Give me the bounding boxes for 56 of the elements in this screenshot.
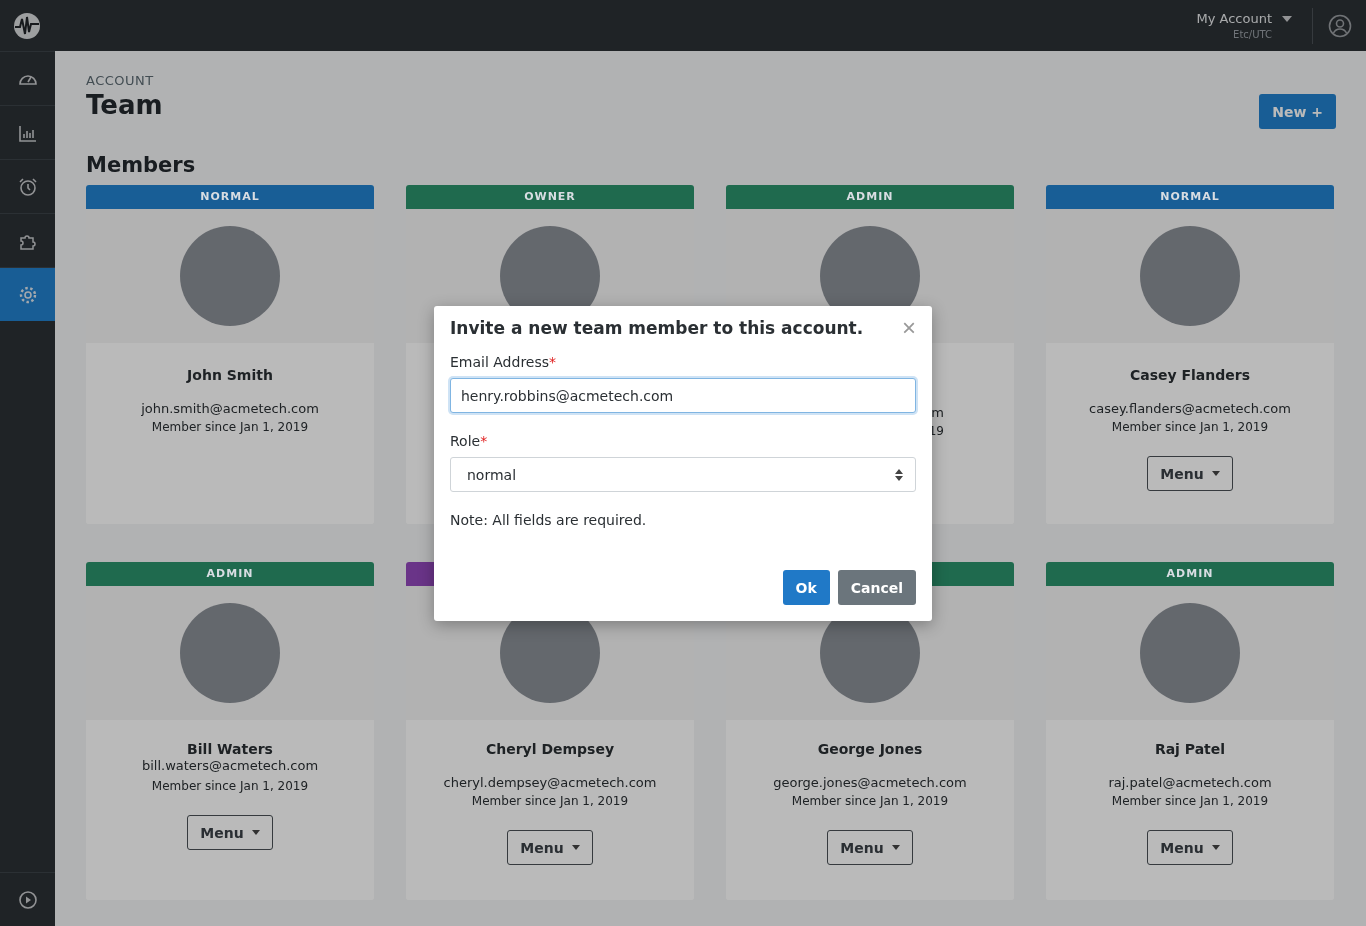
caret-icon (1211, 845, 1220, 850)
up-down-arrows-icon (895, 468, 903, 481)
member-since: Member since Jan 1, 2019 (791, 794, 949, 808)
member-since: Member since Jan 1, 2019 (1111, 420, 1269, 434)
menu-button[interactable]: Menu (187, 815, 273, 850)
section-title: Members (86, 153, 197, 177)
cancel-button[interactable]: Cancel (837, 570, 916, 605)
note-text: Note: All fields are required. (450, 512, 648, 528)
role-label: Role* (450, 433, 489, 449)
role-badge: ADMIN (86, 562, 374, 586)
ok-button[interactable]: Ok (782, 570, 830, 605)
member-email: bill.waters@acmetech.com (141, 758, 319, 773)
member-since: Member since Jan 1, 2019 (471, 794, 629, 808)
sidebar-item[interactable] (0, 267, 55, 321)
member-name: John Smith (187, 367, 273, 383)
member-since: Member since Jan 1, 2019 (151, 420, 309, 434)
member-email: george.jones@acmetech.com (773, 775, 967, 790)
menu-button[interactable]: Menu (1147, 830, 1233, 865)
caret-icon (1282, 15, 1292, 22)
email-label: Email Address* (450, 354, 558, 370)
email-input-field[interactable]: henry.robbins@acmetech.com (450, 378, 916, 413)
role-badge: NORMAL (1046, 185, 1334, 209)
caret-icon (251, 830, 260, 835)
caret-icon (1211, 471, 1220, 476)
member-name: Cheryl Dempsey (485, 741, 615, 757)
member-name: Casey Flanders (1129, 367, 1251, 383)
member-name: Raj Patel (1154, 741, 1226, 757)
menu-button[interactable]: Menu (1147, 456, 1233, 491)
page-title: Team (86, 90, 163, 120)
menu-button[interactable]: Menu (827, 830, 913, 865)
settings-icon (17, 284, 38, 305)
role-badge: OWNER (406, 185, 694, 209)
role-select[interactable]: normal (450, 457, 916, 492)
member-name: Bill Waters (187, 741, 273, 757)
user-icon[interactable] (1328, 13, 1352, 38)
role-badge: NORMAL (86, 185, 374, 209)
caret-icon (571, 845, 580, 850)
role-badge: ADMIN (1046, 562, 1334, 586)
new-button[interactable]: New + (1259, 94, 1336, 129)
alarm-clock-icon (17, 176, 38, 197)
member-since: Member since Jan 1, 2019 (151, 779, 309, 793)
account-menu[interactable]: My Account Etc/UTC (1196, 11, 1292, 40)
member-since: Member since Jan 1, 2019 (1111, 794, 1269, 808)
play-icon (17, 889, 38, 910)
dialog-title: Invite a new team member to this account. (450, 318, 864, 338)
menu-button[interactable]: Menu (507, 830, 593, 865)
role-badge: ADMIN (726, 185, 1014, 209)
member-email: cheryl.dempsey@acmetech.com (443, 775, 657, 790)
breadcrumb-label: ACCOUNT (86, 73, 155, 88)
logo-icon[interactable] (13, 11, 41, 40)
caret-icon (891, 845, 900, 850)
member-email: casey.flanders@acmetech.com (1089, 401, 1291, 416)
member-name: George Jones (817, 741, 923, 757)
member-email: raj.patel@acmetech.com (1108, 775, 1272, 790)
member-email: john.smith@acmetech.com (141, 401, 319, 416)
member-email: m (931, 405, 944, 420)
